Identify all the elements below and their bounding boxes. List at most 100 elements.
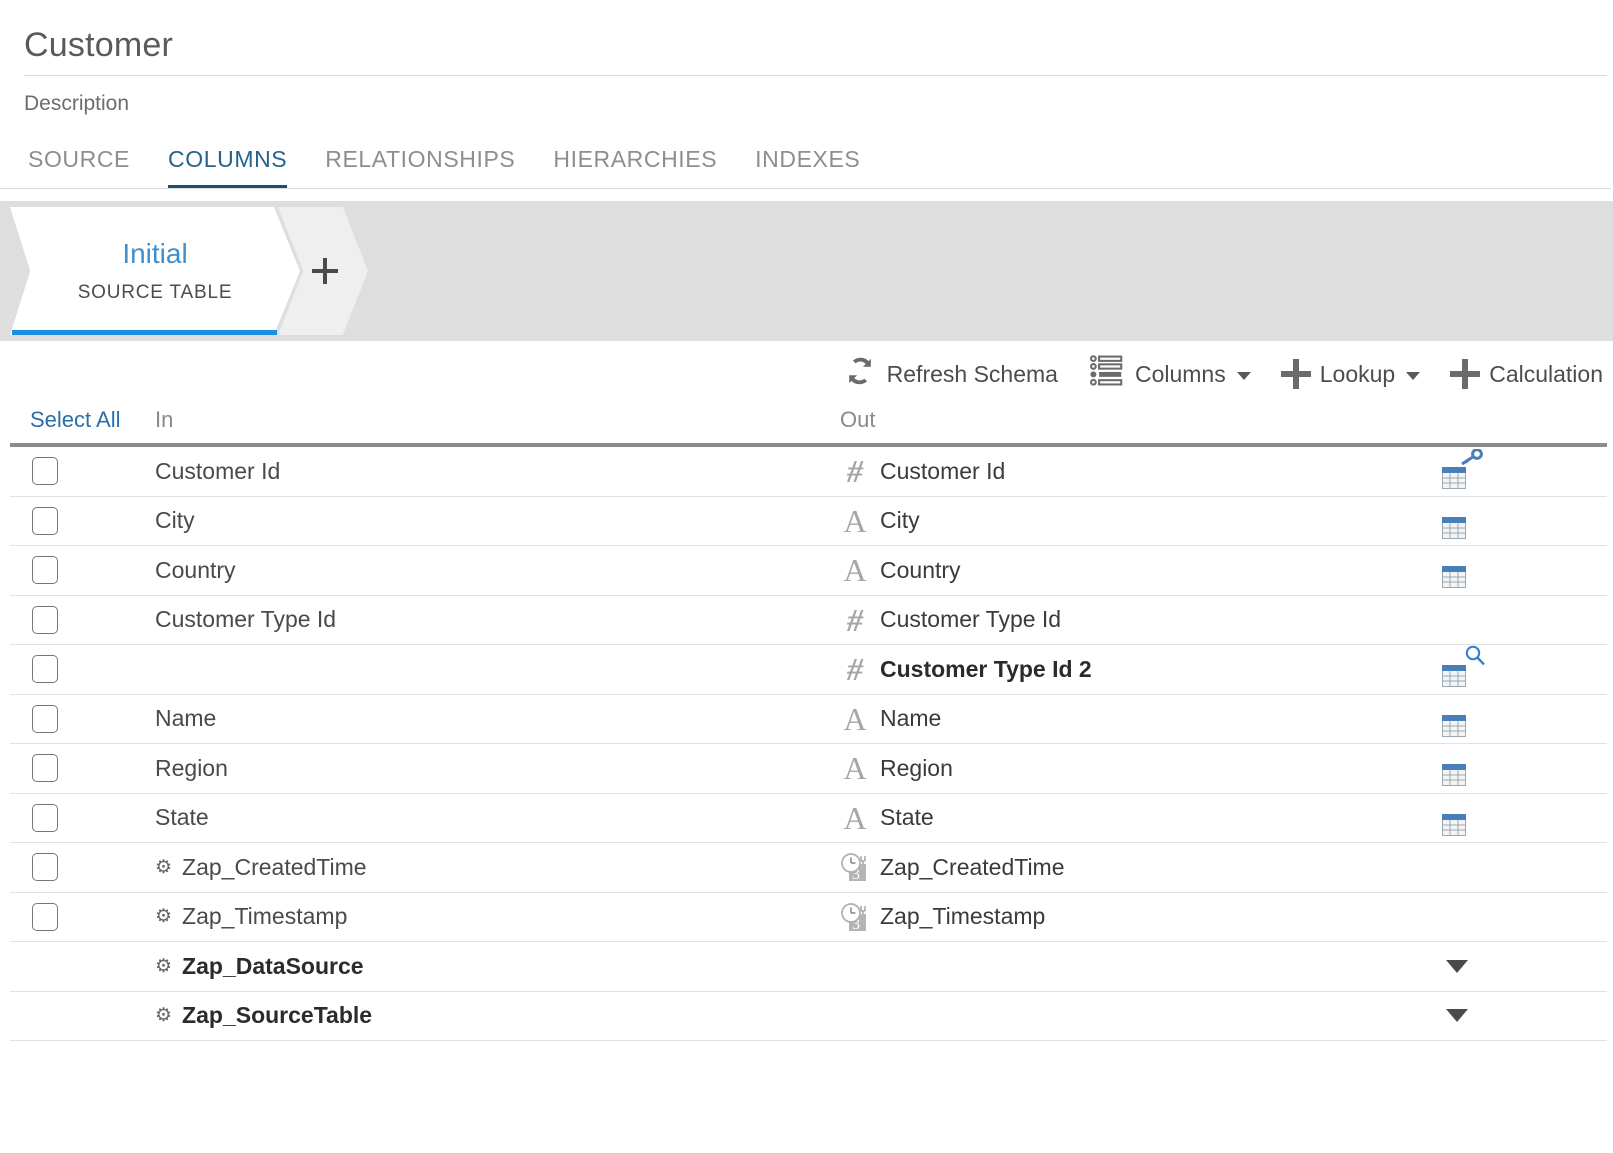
chevron-down-icon [1406,372,1420,380]
in-column-cell: City [155,507,840,534]
row-icon-group [1397,497,1517,546]
list-icon [1088,352,1126,396]
row-checkbox[interactable] [32,655,58,683]
tab-indexes[interactable]: INDEXES [755,146,860,188]
in-column-cell: Region [155,755,840,782]
icon-stack [1430,796,1484,840]
table-row[interactable]: Country A Country [10,546,1607,596]
table-grid-icon[interactable] [1442,467,1466,489]
add-lookup-button[interactable]: Lookup [1281,359,1420,389]
icon-stack [1430,697,1484,741]
row-checkbox[interactable] [32,606,58,634]
out-column-name: Customer Id [880,458,1005,485]
plus-icon [312,258,338,284]
in-column-name: Zap_Timestamp [182,903,347,930]
in-column-name: Customer Type Id [155,606,336,633]
text-type-icon: A [840,554,870,586]
out-column-name: Zap_CreatedTime [880,854,1065,881]
refresh-schema-label: Refresh Schema [887,361,1058,388]
out-column-name: Country [880,557,961,584]
table-grid-icon[interactable] [1442,764,1466,786]
table-grid-icon[interactable] [1442,715,1466,737]
tab-bar: SOURCE COLUMNS RELATIONSHIPS HIERARCHIES IND… [0,116,1611,189]
out-column-cell: #Customer Type Id [840,604,1607,636]
stage-name: Initial [122,238,187,270]
row-select-cell [10,804,155,832]
row-select-cell [10,655,155,683]
row-checkbox[interactable] [32,556,58,584]
row-checkbox[interactable] [32,903,58,931]
gear-icon: ⚙ [155,957,172,976]
icon-stack [1430,449,1484,493]
row-dropdown-icon[interactable] [1446,1009,1468,1022]
gear-icon: ⚙ [155,1006,172,1025]
in-column-cell: ⚙ Zap_DataSource [155,953,840,980]
in-column-name: Region [155,755,228,782]
columns-label: Columns [1135,361,1226,388]
tab-columns[interactable]: COLUMNS [168,146,287,188]
select-all-link[interactable]: Select All [0,407,155,433]
gear-icon: ⚙ [155,907,172,926]
table-row[interactable]: ⚙ Zap_Timestamp 3 Zap_Timestamp [10,893,1607,943]
row-select-cell [10,754,155,782]
row-select-cell [10,853,155,881]
out-column-name: Zap_Timestamp [880,903,1045,930]
table-row[interactable]: #Customer Type Id 2 [10,645,1607,695]
table-row[interactable]: ⚙Zap_SourceTable [10,992,1607,1042]
row-icon-group [1397,992,1517,1041]
table-row[interactable]: Customer Type Id #Customer Type Id [10,596,1607,646]
add-calculation-button[interactable]: Calculation [1450,359,1603,389]
in-column-cell: ⚙Zap_SourceTable [155,1002,840,1029]
row-checkbox[interactable] [32,457,58,485]
lookup-search-icon[interactable] [1464,645,1486,667]
refresh-icon [842,353,878,395]
lookup-label: Lookup [1320,361,1395,388]
in-column-name: City [155,507,195,534]
stage-chevron-initial[interactable]: Initial SOURCE TABLE [10,207,300,335]
table-row[interactable]: ⚙ Zap_DataSource [10,942,1607,992]
primary-key-icon[interactable] [1460,449,1484,465]
refresh-schema-button[interactable]: Refresh Schema [842,353,1058,395]
icon-stack [1430,746,1484,790]
out-column-cell: 3 Zap_Timestamp [840,902,1607,932]
table-row[interactable]: RegionARegion [10,744,1607,794]
in-column-name: Zap_DataSource [182,953,364,980]
table-grid-icon[interactable] [1442,517,1466,539]
row-dropdown-icon[interactable] [1446,960,1468,973]
row-checkbox[interactable] [32,507,58,535]
datetime-type-icon: 3 [840,902,870,932]
in-column-cell: Country [155,557,840,584]
out-column-name: City [880,507,920,534]
row-checkbox[interactable] [32,705,58,733]
row-checkbox[interactable] [32,804,58,832]
tab-hierarchies[interactable]: HIERARCHIES [553,146,717,188]
table-row[interactable]: NameAName [10,695,1607,745]
plus-icon [1450,359,1480,389]
out-column-name: Name [880,705,941,732]
columns-dropdown-button[interactable]: Columns [1088,352,1251,396]
table-row[interactable]: ⚙Zap_CreatedTime3Zap_CreatedTime [10,843,1607,893]
table-grid-icon[interactable] [1442,665,1466,687]
in-column-cell: ⚙ Zap_Timestamp [155,903,840,930]
text-type-icon: A [840,752,870,784]
tab-source[interactable]: SOURCE [28,146,130,188]
table-grid-icon[interactable] [1442,566,1466,588]
row-select-cell [10,705,155,733]
table-grid-icon[interactable] [1442,814,1466,836]
row-checkbox[interactable] [32,853,58,881]
in-column-cell: Name [155,705,840,732]
tab-relationships[interactable]: RELATIONSHIPS [325,146,515,188]
row-select-cell [10,507,155,535]
table-header: Select All In Out [0,407,1613,443]
out-column-name: Customer Type Id 2 [880,656,1092,683]
row-select-cell [10,903,155,931]
row-checkbox[interactable] [32,754,58,782]
table-row[interactable]: CityACity [10,497,1607,547]
row-icon-group [1397,447,1517,496]
in-column-name: Country [155,557,236,584]
table-row[interactable]: Customer Id#Customer Id [10,447,1607,497]
table-row[interactable]: StateAState [10,794,1607,844]
description-field[interactable]: Description [0,76,1613,116]
row-icon-group [1397,695,1517,744]
stage-band: Initial SOURCE TABLE [0,201,1613,341]
